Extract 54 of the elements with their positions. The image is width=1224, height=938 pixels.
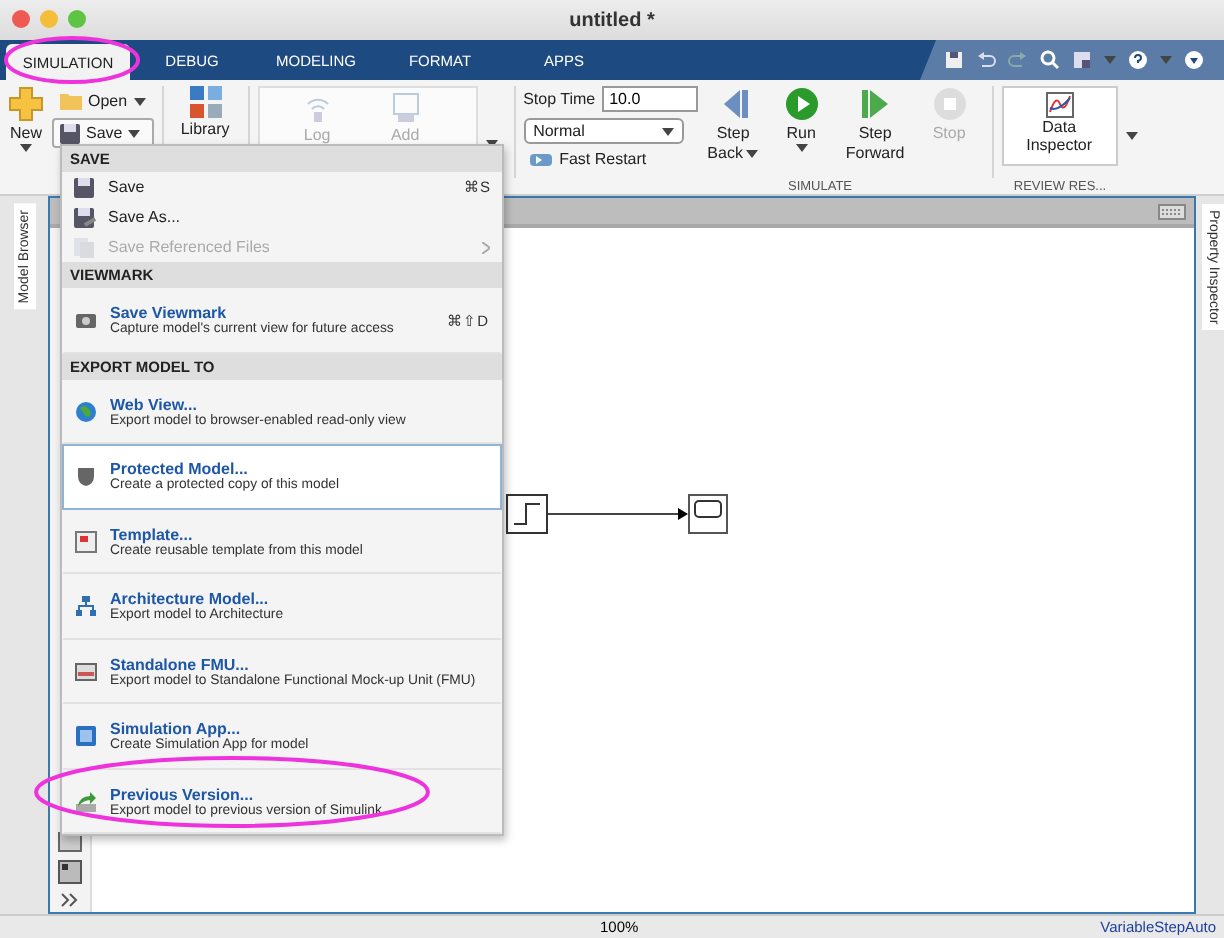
save-icon[interactable] (944, 50, 964, 70)
camera-icon (74, 308, 98, 333)
fast-restart-icon (529, 151, 552, 167)
undo-icon[interactable] (976, 50, 996, 70)
stop-time-field[interactable]: 10.0 (601, 86, 698, 112)
app-icon (74, 724, 98, 749)
simulation-mode-dropdown[interactable]: Normal (523, 118, 684, 144)
simulation-button[interactable]: Step Back (699, 86, 768, 163)
play-icon (783, 86, 820, 122)
dropdown-icon (1160, 56, 1172, 64)
hierarchy-icon (74, 594, 98, 619)
block-icon[interactable] (58, 860, 82, 884)
export-arrow-icon (74, 789, 98, 814)
module-icon (74, 659, 98, 684)
stop-icon (931, 86, 968, 122)
keyboard-icon (1158, 203, 1186, 219)
scope-block[interactable] (688, 494, 728, 534)
caret-icon (133, 97, 146, 105)
expand-icon[interactable] (1184, 50, 1204, 70)
plus-icon (8, 86, 44, 122)
annotation-ellipse (2, 34, 142, 86)
caret-icon (1125, 132, 1138, 140)
caret-icon (20, 144, 32, 153)
globe-icon (74, 399, 98, 424)
simulation-button[interactable]: Run (767, 86, 836, 153)
fast-restart-toggle[interactable]: Fast Restart (559, 150, 647, 168)
caret-icon (746, 149, 759, 158)
close-button[interactable] (12, 10, 30, 28)
help-icon[interactable] (1128, 50, 1148, 70)
window-title: untitled * (569, 9, 655, 31)
caret-icon (661, 127, 674, 135)
chevron-right-icon (482, 241, 490, 253)
data-inspector-button[interactable]: Data Inspector (1001, 86, 1118, 166)
folder-icon (60, 92, 82, 110)
library-button[interactable]: Library (171, 86, 240, 139)
stop-time-label: Stop Time (523, 90, 596, 108)
template-icon (74, 529, 98, 554)
window-icon[interactable] (1072, 50, 1092, 70)
caret-icon (795, 144, 808, 153)
files-icon (72, 235, 96, 259)
search-icon[interactable] (1040, 50, 1060, 70)
caret-icon (128, 129, 141, 137)
signal-arrow (547, 508, 688, 520)
dropdown-icon (1104, 56, 1116, 64)
open-button[interactable]: Open (52, 86, 154, 116)
double-chevron-icon[interactable] (60, 892, 80, 908)
disk-pencil-icon (72, 205, 96, 229)
step-block[interactable] (506, 494, 548, 534)
simulation-button[interactable]: Step Forward (835, 86, 916, 163)
chart-icon (1045, 92, 1074, 118)
new-button[interactable]: New (0, 86, 52, 153)
viewer-icon (389, 92, 422, 124)
grid-icon (189, 86, 222, 118)
shield-icon (74, 464, 98, 489)
